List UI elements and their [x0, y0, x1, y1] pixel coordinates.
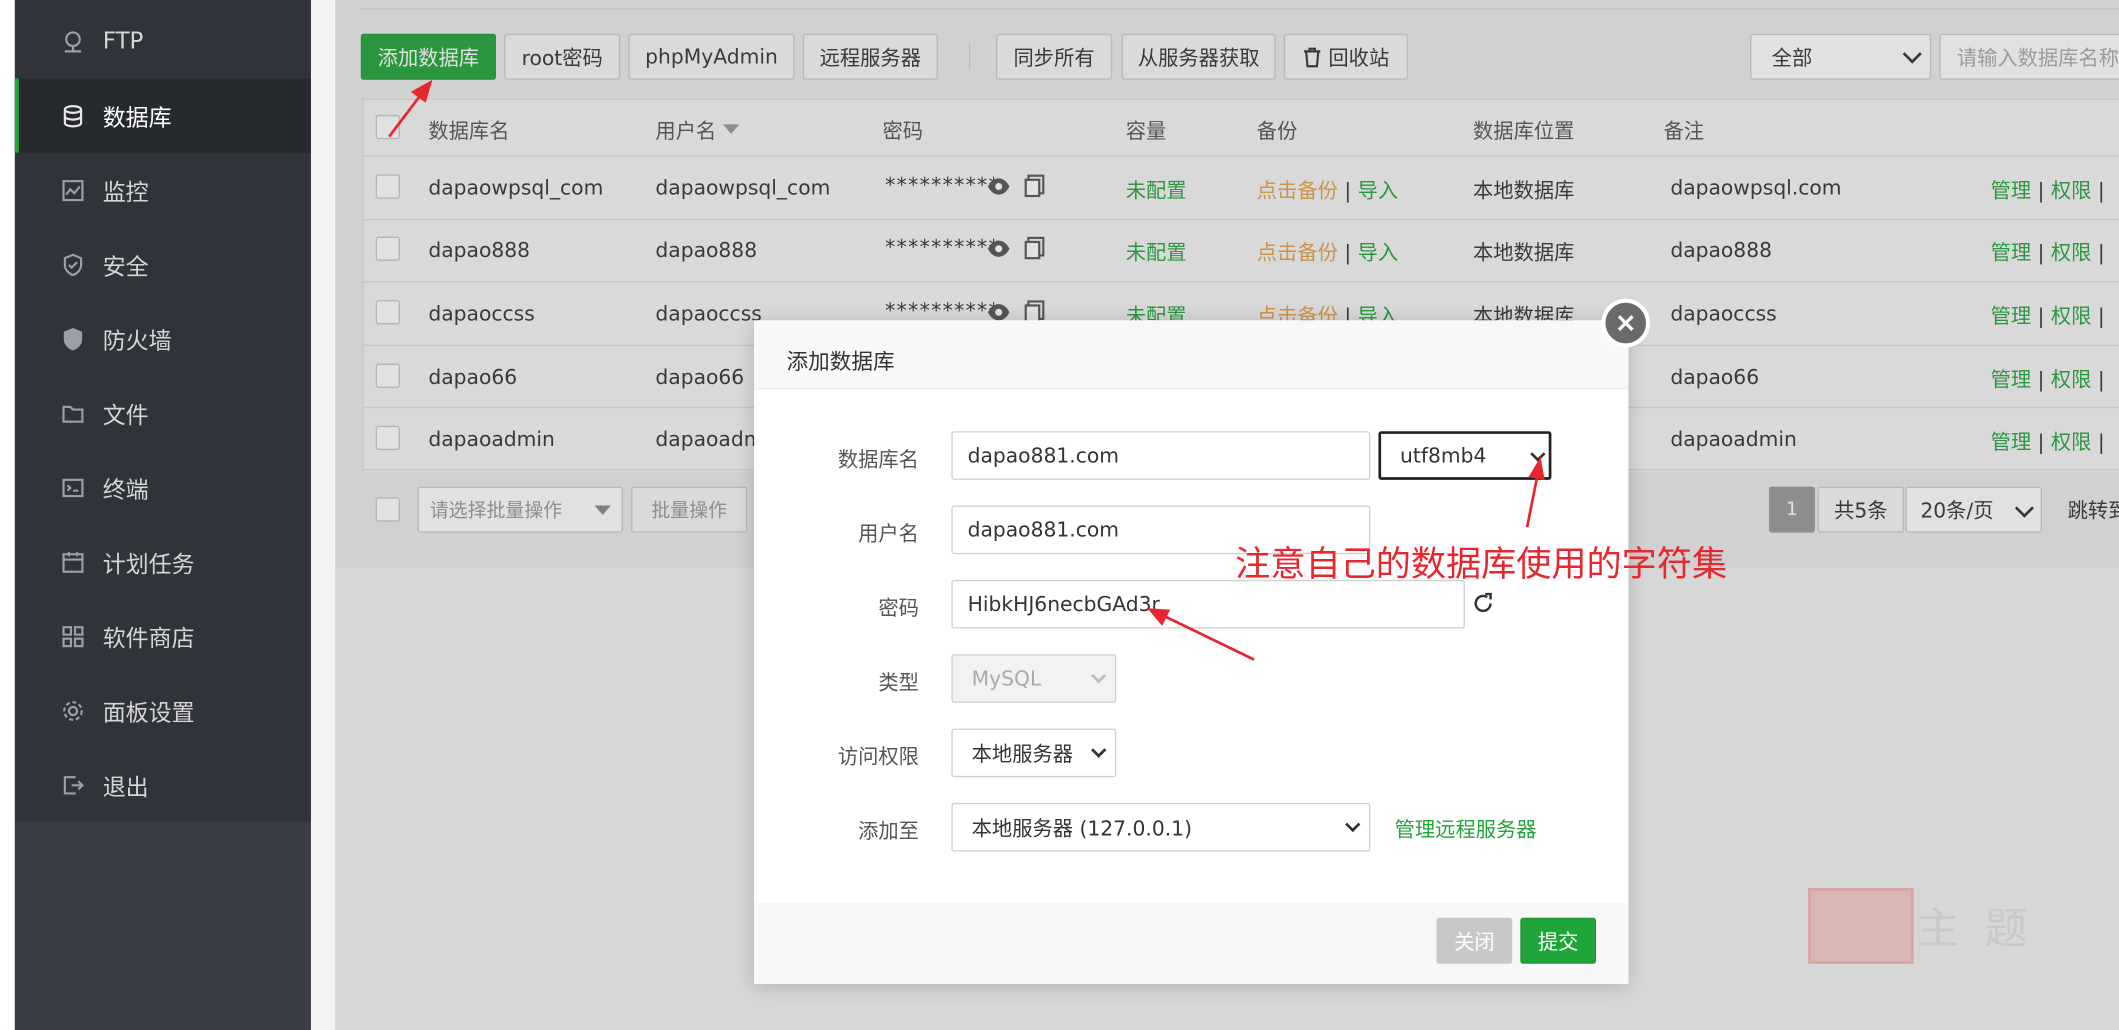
annotation-text: 注意自己的数据库使用的字符集 [1235, 544, 1728, 586]
watermark-logo-icon [1808, 888, 1914, 964]
watermark-text: 主 题 [1916, 902, 2033, 955]
annotation-arrows [388, 79, 1545, 661]
screen: FTP 数据库 监控 安全 防火墙 文件 终端 计划任务 软件商店 面板设置 退… [0, 0, 2119, 1030]
